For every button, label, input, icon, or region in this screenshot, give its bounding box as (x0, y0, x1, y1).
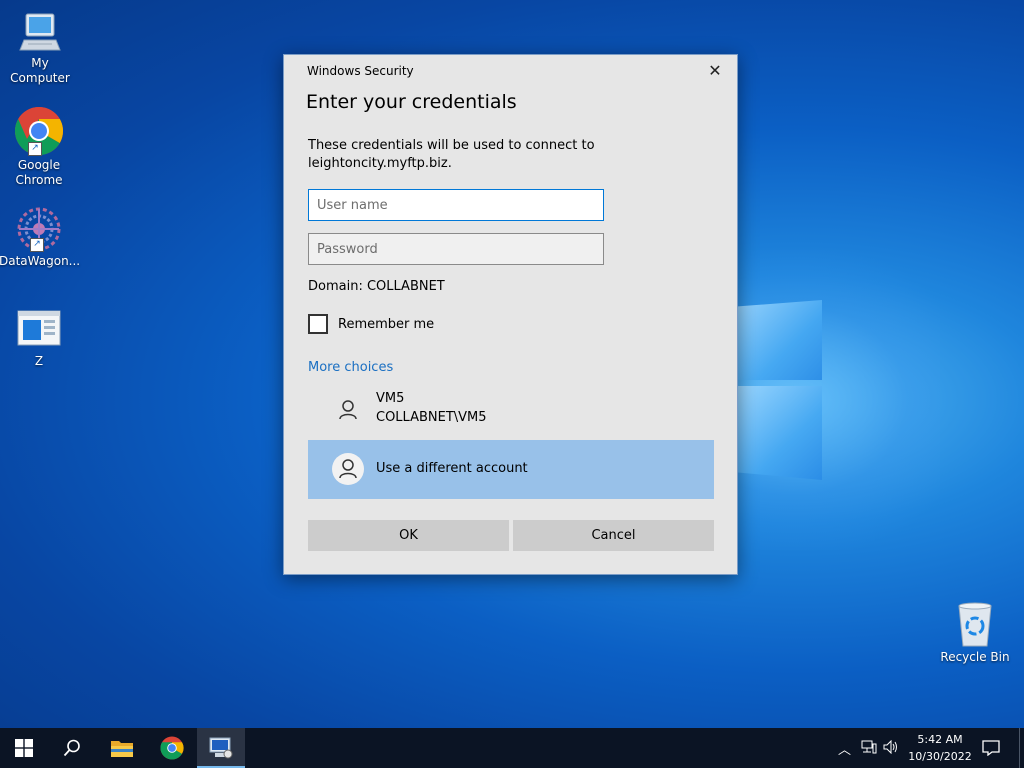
credential-app-taskbar-button[interactable] (197, 728, 245, 768)
windows-logo-pane (738, 300, 822, 380)
close-icon: ✕ (708, 61, 722, 80)
credential-app-icon (209, 737, 233, 759)
desktop-icon-recycle-bin[interactable]: Recycle Bin (935, 602, 1015, 665)
clock-time: 5:42 AM (917, 733, 963, 746)
account-option-different[interactable]: Use a different account (308, 440, 714, 499)
domain-label: Domain: COLLABNET (308, 279, 445, 294)
window-app-icon (17, 310, 61, 346)
volume-icon[interactable] (883, 739, 899, 758)
cancel-button[interactable]: Cancel (513, 520, 714, 551)
shortcut-arrow-icon: ↗ (30, 238, 44, 252)
close-button[interactable]: ✕ (703, 61, 727, 81)
show-desktop-button[interactable] (1019, 728, 1024, 768)
desktop-icon-z[interactable]: Z (0, 310, 79, 369)
computer-icon (18, 10, 62, 54)
windows-logo-icon (15, 739, 33, 757)
dialog-window-title: Windows Security (307, 64, 414, 78)
search-button[interactable] (48, 728, 96, 768)
remember-me-checkbox[interactable] (308, 314, 328, 334)
file-explorer-button[interactable] (98, 728, 146, 768)
account-detail: COLLABNET\VM5 (376, 410, 487, 425)
desktop-icon-label: Google Chrome (15, 158, 63, 187)
notifications-button[interactable] (982, 728, 1000, 768)
chevron-up-icon[interactable]: ︿ (838, 739, 851, 758)
folder-icon (111, 741, 133, 757)
desktop-icon-label: My Computer (10, 56, 70, 85)
recycle-bin-icon (955, 602, 995, 648)
windows-logo-pane (738, 386, 822, 480)
shortcut-arrow-icon: ↗ (28, 142, 42, 156)
password-input[interactable] (308, 233, 604, 265)
account-name: VM5 (376, 391, 405, 406)
account-option-vm5[interactable]: VM5 COLLABNET\VM5 (308, 381, 714, 439)
taskbar-clock[interactable]: 5:42 AM 10/30/2022 (904, 731, 976, 765)
dialog-message: These credentials will be used to connec… (308, 138, 595, 171)
ok-button[interactable]: OK (308, 520, 509, 551)
datawagon-icon: ↗ (16, 206, 62, 252)
network-icon[interactable] (861, 739, 877, 758)
start-button[interactable] (0, 728, 48, 768)
remember-me-label: Remember me (338, 316, 435, 332)
taskbar: ︿ 5:42 AM 10/30/2022 (0, 728, 1024, 768)
chrome-icon: ↗ (14, 106, 64, 156)
system-tray: ︿ (838, 728, 899, 768)
desktop-icon-datawagon[interactable]: ↗ DataWagon... (0, 206, 81, 269)
desktop-icon-label: Z (34, 354, 44, 368)
desktop-icon-label: Recycle Bin (940, 650, 1010, 664)
user-icon (332, 394, 364, 426)
windows-security-dialog: Windows Security ✕ Enter your credential… (283, 54, 738, 575)
clock-date: 10/30/2022 (908, 750, 972, 763)
desktop-icon-label: DataWagon... (0, 254, 81, 268)
dialog-heading: Enter your credentials (306, 91, 517, 113)
user-icon (332, 453, 364, 485)
chrome-taskbar-button[interactable] (148, 728, 196, 768)
account-name: Use a different account (376, 461, 528, 476)
more-choices-link[interactable]: More choices (308, 360, 393, 375)
desktop-icon-google-chrome[interactable]: ↗ Google Chrome (0, 106, 79, 188)
username-input[interactable] (308, 189, 604, 221)
notification-icon (982, 740, 1000, 756)
desktop-icon-my-computer[interactable]: My Computer (0, 10, 80, 86)
remember-me-row[interactable]: Remember me (308, 314, 434, 334)
search-icon (63, 739, 80, 757)
chrome-icon (160, 736, 184, 760)
